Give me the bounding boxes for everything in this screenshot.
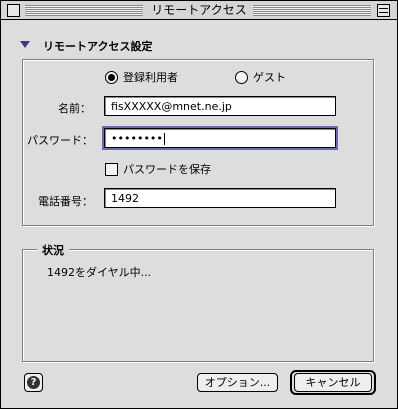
phone-field[interactable]: 1492 [104,188,336,208]
radio-button-icon[interactable] [235,70,248,84]
password-value: •••••••• [111,132,163,145]
help-icon: ? [27,376,40,389]
save-password-checkbox-row[interactable]: パスワードを保存 [105,161,211,177]
status-message: 1492をダイヤル中... [47,266,152,279]
options-button[interactable]: オプション... [197,373,278,392]
section-title: リモートアクセス設定 [43,40,153,53]
window-title: リモートアクセス [147,2,251,18]
disclosure-triangle-icon[interactable] [20,41,30,48]
help-button[interactable]: ? [24,373,43,392]
password-field[interactable]: •••••••• [102,126,338,150]
text-caret [163,133,165,145]
password-label: パスワード： [27,134,93,147]
status-title: 状況 [37,242,69,258]
name-field[interactable]: fisXXXXX@mnet.ne.jp [104,96,336,116]
radio-registered-label: 登録利用者 [123,71,178,84]
title-bar-stripes [253,5,371,16]
remote-access-window: リモートアクセス リモートアクセス設定 登録利用者 ゲスト 名前： fisXXX… [0,0,398,409]
title-bar[interactable]: リモートアクセス [1,1,397,20]
name-label: 名前： [58,102,91,115]
cancel-button[interactable]: キャンセル [294,373,372,392]
radio-guest-label: ゲスト [253,71,286,84]
phone-label: 電話番号： [38,195,93,208]
radio-guest[interactable]: ゲスト [235,69,286,85]
title-bar-stripes [25,5,143,16]
radio-button-selected-icon[interactable] [105,70,118,84]
save-password-checkbox[interactable] [105,162,118,176]
save-password-label: パスワードを保存 [123,163,211,176]
collapse-box-icon[interactable] [377,4,390,17]
radio-registered-user[interactable]: 登録利用者 [105,69,178,85]
close-box-icon[interactable] [7,4,20,17]
